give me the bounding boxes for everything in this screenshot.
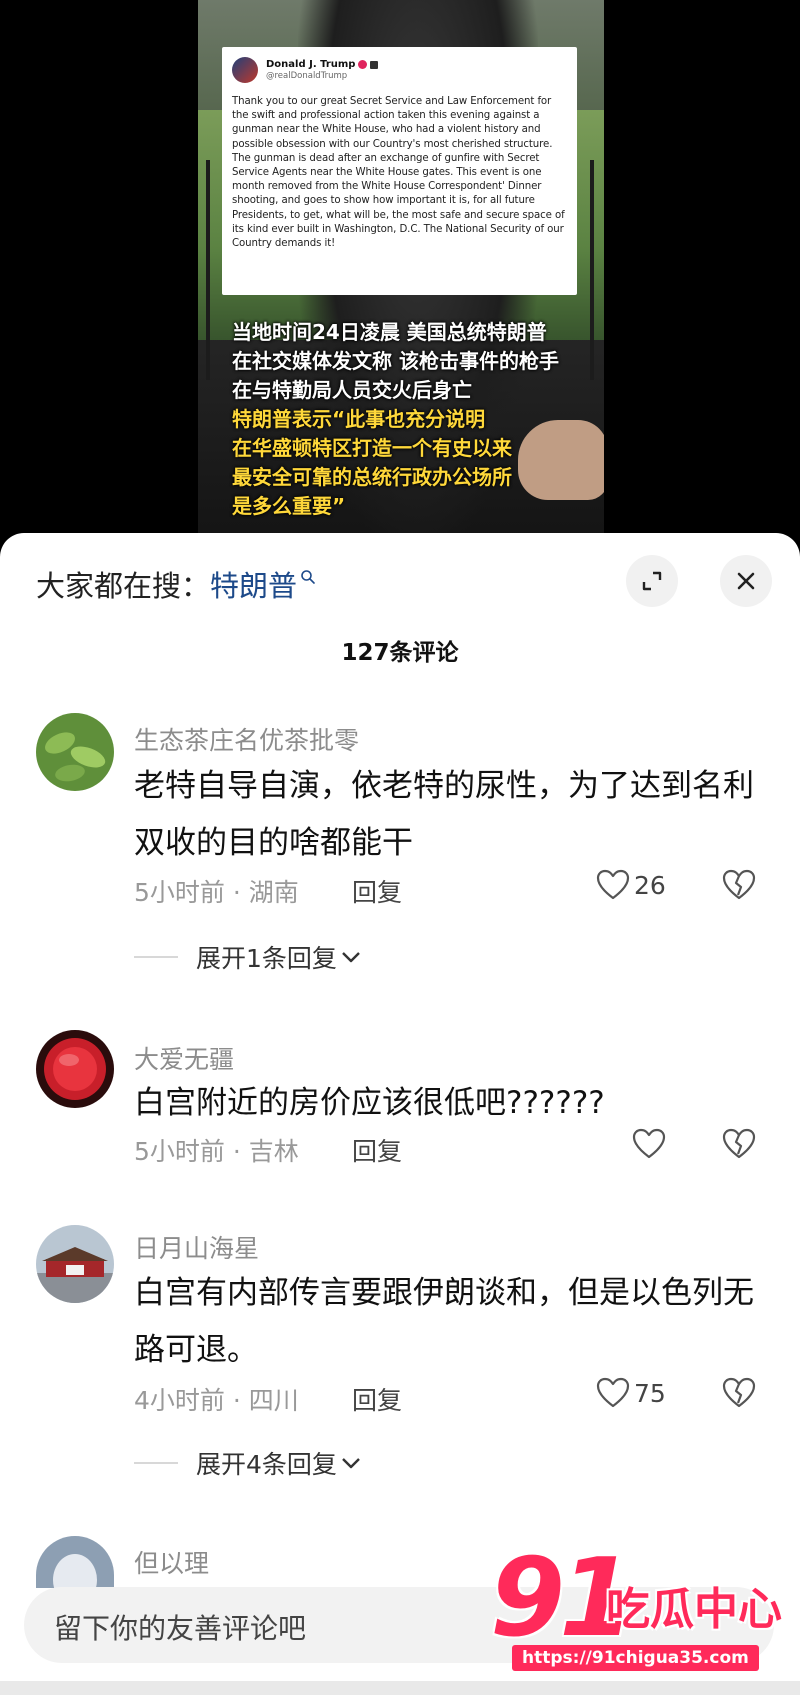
trending-search-label: 大家都在搜： bbox=[36, 569, 211, 603]
heart-icon bbox=[596, 869, 630, 900]
like-button[interactable] bbox=[632, 1128, 670, 1160]
reply-button[interactable]: 回复 bbox=[352, 873, 402, 909]
avatar[interactable] bbox=[36, 1225, 114, 1303]
like-count: 26 bbox=[634, 870, 666, 900]
expand-replies[interactable]: 展开4条回复 bbox=[134, 1445, 363, 1481]
fence-post bbox=[206, 160, 210, 380]
avatar[interactable] bbox=[36, 1536, 114, 1588]
expand-replies-label: 展开4条回复 bbox=[196, 1450, 337, 1479]
like-button[interactable]: 26 bbox=[596, 869, 666, 901]
tweet-author-handle: @realDonaldTrump bbox=[266, 71, 348, 81]
reply-button[interactable]: 回复 bbox=[352, 1132, 402, 1168]
broken-heart-icon bbox=[722, 1128, 756, 1159]
comment-meta: 4小时前 · 四川 bbox=[134, 1386, 299, 1415]
caption-line-highlight: 是多么重要” bbox=[232, 494, 346, 518]
close-icon bbox=[737, 572, 755, 590]
tweet-author-name: Donald J. Trump bbox=[266, 59, 356, 70]
video-player[interactable]: Donald J. Trump @realDonaldTrump Thank y… bbox=[0, 0, 800, 560]
comment-meta: 5小时前 · 湖南 bbox=[134, 878, 299, 907]
trending-search-term[interactable]: 特朗普 bbox=[210, 563, 297, 605]
comment-username[interactable]: 日月山海星 bbox=[134, 1229, 259, 1265]
search-icon bbox=[301, 570, 315, 584]
screen: Donald J. Trump @realDonaldTrump Thank y… bbox=[0, 0, 800, 1695]
comment-text: 老特自导自演，依老特的尿性，为了达到名利双收的目的啥都能干 bbox=[134, 768, 754, 861]
tweet-card: Donald J. Trump @realDonaldTrump Thank y… bbox=[222, 47, 577, 295]
caption-line: 当地时间24日凌晨 美国总统特朗普 bbox=[232, 320, 547, 344]
caption-line-highlight: 在华盛顿特区打造一个有史以来 bbox=[232, 436, 512, 460]
comment-username[interactable]: 生态茶庄名优茶批零 bbox=[134, 721, 359, 757]
tweet-avatar bbox=[232, 57, 258, 83]
tweet-body: Thank you to our great Secret Service an… bbox=[232, 96, 565, 250]
affiliation-badge-icon bbox=[370, 60, 379, 69]
tweet-header: Donald J. Trump @realDonaldTrump bbox=[232, 55, 567, 85]
video-caption: 当地时间24日凌晨 美国总统特朗普 在社交媒体发文称 该枪击事件的枪手 在与特勤… bbox=[232, 318, 592, 521]
comment-text: 白宫附近的房价应该很低吧?????? bbox=[134, 1085, 605, 1121]
comment-sheet: 大家都在搜： 特朗普 127条评论 生态茶庄名优茶批零 老特自导自演，依老特的尿… bbox=[0, 533, 800, 1695]
site-watermark: 91 吃瓜中心 https://91chigua35.com bbox=[490, 1545, 796, 1695]
watermark-logo-text: 吃瓜中心 bbox=[606, 1584, 782, 1635]
caption-line: 在社交媒体发文称 该枪击事件的枪手 bbox=[232, 349, 559, 373]
trending-search[interactable]: 大家都在搜： 特朗普 bbox=[36, 563, 316, 605]
caption-line-highlight: 最安全可靠的总统行政办公场所 bbox=[232, 465, 512, 489]
like-count: 75 bbox=[634, 1378, 666, 1408]
reply-button[interactable]: 回复 bbox=[352, 1381, 402, 1417]
close-button[interactable] bbox=[720, 555, 772, 607]
chevron-down-icon bbox=[342, 952, 360, 963]
comment-username[interactable]: 大爱无疆 bbox=[134, 1040, 234, 1076]
comment-username[interactable]: 但以理 bbox=[134, 1544, 209, 1580]
dislike-button[interactable] bbox=[722, 1377, 756, 1413]
broken-heart-icon bbox=[722, 1377, 756, 1408]
verified-badge-icon bbox=[358, 60, 368, 69]
caption-line-highlight: 特朗普表示“此事也充分说明 bbox=[232, 407, 486, 431]
avatar[interactable] bbox=[36, 713, 114, 791]
divider bbox=[134, 1462, 178, 1464]
comment-meta: 5小时前 · 吉林 bbox=[134, 1137, 299, 1166]
comment-text: 白宫有内部传言要跟伊朗谈和，但是以色列无路可退。 bbox=[134, 1275, 754, 1368]
divider bbox=[134, 956, 178, 958]
broken-heart-icon bbox=[722, 869, 756, 900]
caption-line: 在与特勤局人员交火后身亡 bbox=[232, 378, 472, 402]
dislike-button[interactable] bbox=[722, 1128, 756, 1164]
chevron-down-icon bbox=[342, 1458, 360, 1469]
expand-replies-label: 展开1条回复 bbox=[196, 944, 337, 973]
comment-input-placeholder: 留下你的友善评论吧 bbox=[54, 1612, 307, 1645]
expand-button[interactable] bbox=[626, 555, 678, 607]
heart-icon bbox=[632, 1128, 666, 1159]
expand-replies[interactable]: 展开1条回复 bbox=[134, 939, 363, 975]
expand-arrows-icon bbox=[642, 571, 662, 591]
like-button[interactable]: 75 bbox=[596, 1377, 666, 1409]
dislike-button[interactable] bbox=[722, 869, 756, 905]
heart-icon bbox=[596, 1377, 630, 1408]
avatar[interactable] bbox=[36, 1030, 114, 1108]
comments-count-title: 127条评论 bbox=[341, 640, 459, 666]
watermark-url: https://91chigua35.com bbox=[512, 1645, 759, 1671]
